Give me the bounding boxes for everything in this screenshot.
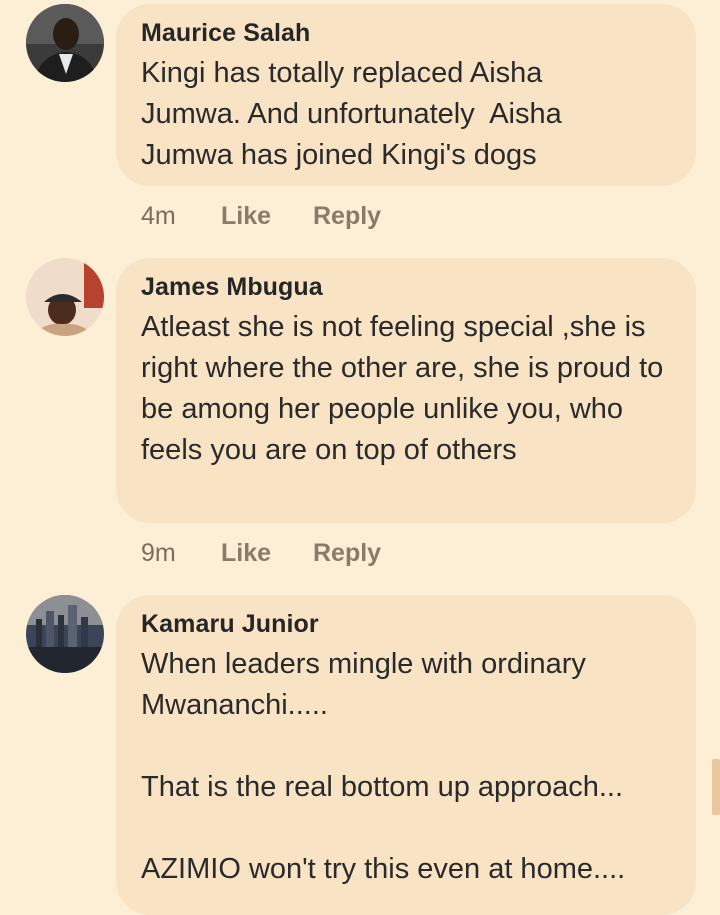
- comment-bubble: James Mbugua Atleast she is not feeling …: [116, 258, 696, 523]
- comment-bubble: Maurice Salah Kingi has totally replaced…: [116, 4, 696, 186]
- comment-timestamp: 4m: [141, 201, 176, 230]
- comment-actions: 9m Like Reply: [141, 536, 381, 570]
- avatar[interactable]: [26, 258, 104, 336]
- like-button[interactable]: Like: [221, 539, 313, 568]
- comment-author[interactable]: Maurice Salah: [141, 18, 672, 48]
- comment-text: When leaders mingle with ordinary Mwanan…: [141, 648, 626, 885]
- comment-timestamp: 9m: [141, 538, 176, 567]
- comment-actions: 4m Like Reply: [141, 199, 381, 233]
- comment-text: Atleast she is not feeling special ,she …: [141, 311, 672, 466]
- comment-text: Kingi has totally replaced Aisha Jumwa. …: [141, 57, 570, 171]
- reply-button[interactable]: Reply: [313, 539, 381, 568]
- comment-bubble: Kamaru Junior When leaders mingle with o…: [116, 595, 696, 915]
- comment-author[interactable]: James Mbugua: [141, 272, 672, 302]
- avatar[interactable]: [26, 595, 104, 673]
- like-button[interactable]: Like: [221, 202, 313, 231]
- comment-author[interactable]: Kamaru Junior: [141, 609, 672, 639]
- avatar[interactable]: [26, 4, 104, 82]
- reply-button[interactable]: Reply: [313, 202, 381, 231]
- scrollbar-thumb[interactable]: [712, 759, 720, 815]
